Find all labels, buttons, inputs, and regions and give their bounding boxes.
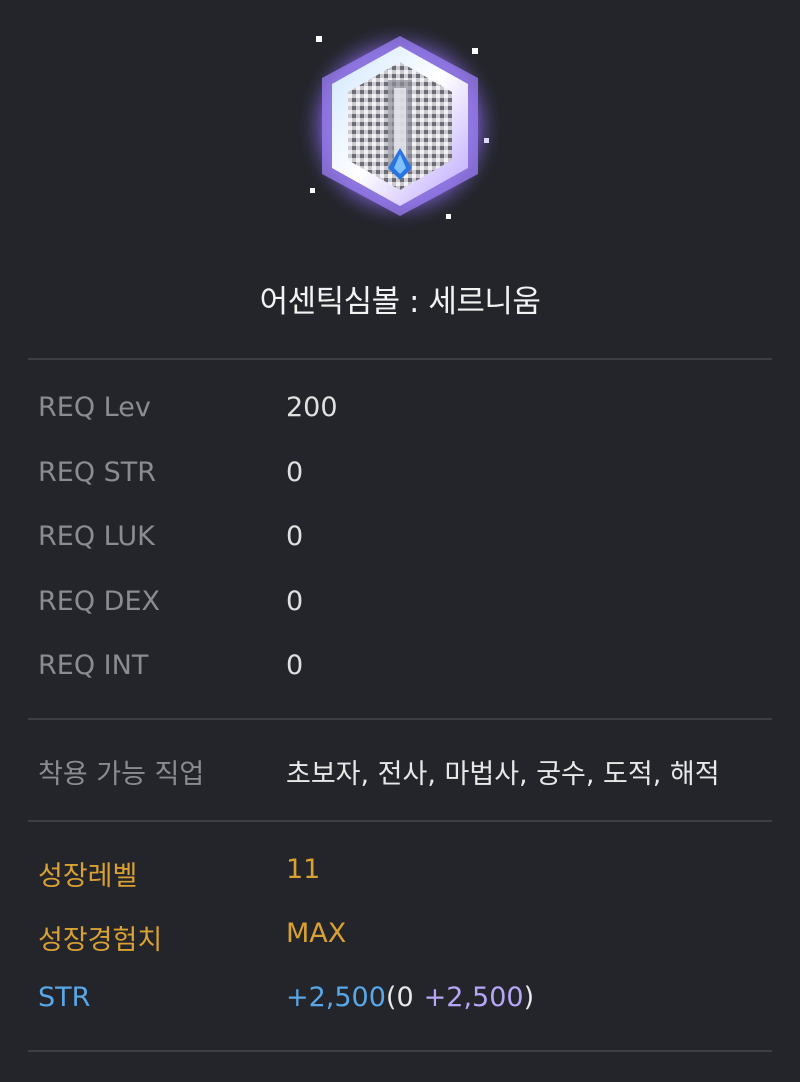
req-row: REQ DEX 0 — [38, 586, 778, 626]
req-label: REQ Lev — [38, 392, 151, 423]
req-value: 0 — [286, 650, 304, 681]
req-label: REQ STR — [38, 457, 157, 488]
req-row: REQ Lev 200 — [38, 392, 778, 432]
req-row: REQ STR 0 — [38, 457, 778, 497]
stat-total: +2,500 — [286, 982, 386, 1013]
symbol-image — [296, 22, 504, 230]
stat-base: 0 — [396, 982, 414, 1013]
stat-close-paren: ) — [523, 982, 535, 1013]
req-label: REQ INT — [38, 650, 149, 681]
req-label: REQ DEX — [38, 586, 161, 617]
stat-open-paren: ( — [385, 982, 397, 1013]
growth-level-value: 11 — [286, 854, 321, 885]
job-row: 착용 가능 직업 초보자, 전사, 마법사, 궁수, 도적, 해적 — [38, 752, 778, 792]
authentic-symbol-icon — [296, 18, 504, 232]
req-label: REQ LUK — [38, 521, 155, 552]
growth-exp-row: 성장경험치 MAX — [38, 918, 778, 958]
req-row: REQ LUK 0 — [38, 521, 778, 561]
stat-label: STR — [38, 982, 91, 1013]
growth-exp-value: MAX — [286, 918, 347, 949]
growth-level-label: 성장레벨 — [38, 861, 138, 892]
req-value: 0 — [286, 521, 304, 552]
divider-top — [28, 358, 772, 360]
req-value: 200 — [286, 392, 338, 423]
divider-req — [28, 718, 772, 720]
req-row: REQ INT 0 — [38, 650, 778, 690]
divider-bottom — [28, 1050, 772, 1052]
job-value: 초보자, 전사, 마법사, 궁수, 도적, 해적 — [286, 759, 720, 790]
item-name: 어센틱심볼 : 세르니움 — [259, 284, 541, 320]
stat-value: +2,500(0 +2,500) — [286, 982, 534, 1013]
divider-job — [28, 820, 772, 822]
growth-exp-label: 성장경험치 — [38, 925, 163, 956]
growth-level-row: 성장레벨 11 — [38, 854, 778, 894]
req-value: 0 — [286, 586, 304, 617]
job-label: 착용 가능 직업 — [38, 759, 205, 790]
stat-bonus: +2,500 — [423, 982, 524, 1013]
stat-row: STR +2,500(0 +2,500) — [38, 982, 778, 1022]
req-value: 0 — [286, 457, 304, 488]
